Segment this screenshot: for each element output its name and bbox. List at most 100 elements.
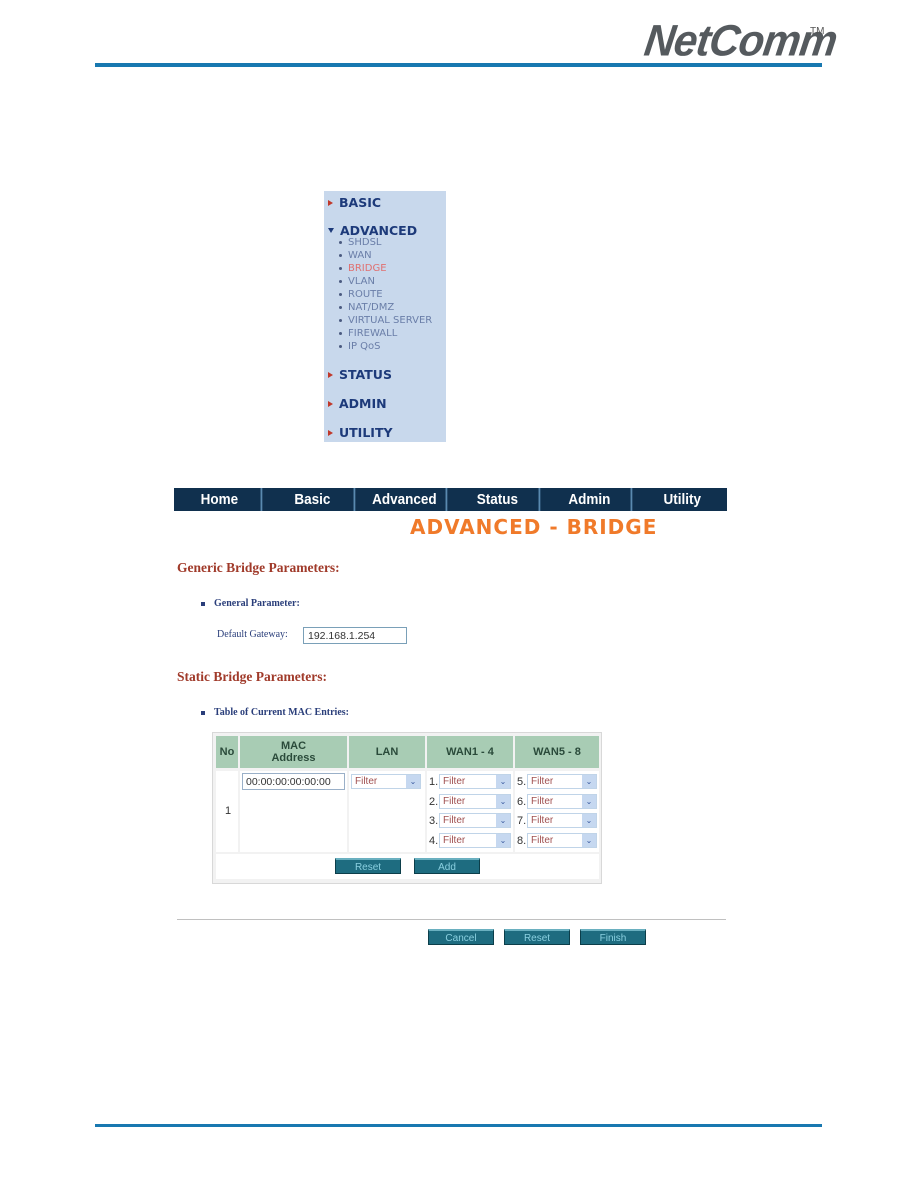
column-header-no: No — [216, 736, 238, 768]
bullet-icon — [339, 306, 342, 309]
divider — [177, 919, 726, 920]
nav-tab-home[interactable]: Home — [179, 488, 262, 511]
chevron-down-icon: ⌄ — [496, 795, 510, 808]
select-value: Filter — [531, 815, 554, 826]
wan7-select[interactable]: Filter ⌄ — [527, 813, 597, 828]
arrow-down-icon — [328, 228, 334, 233]
column-header-wan1-4: WAN1 - 4 — [427, 736, 513, 768]
column-header-wan5-8: WAN5 - 8 — [515, 736, 599, 768]
menu-item-label: VLAN — [348, 276, 375, 287]
subheading-text: General Parameter: — [214, 598, 300, 609]
wan4-select[interactable]: Filter ⌄ — [439, 833, 511, 848]
wan1-select[interactable]: Filter ⌄ — [439, 774, 511, 789]
bullet-icon — [201, 710, 205, 715]
cell-no: 1 — [216, 771, 238, 852]
subheading-text: Table of Current MAC Entries: — [214, 707, 349, 718]
chevron-down-icon: ⌄ — [496, 814, 510, 827]
bullet-icon — [339, 267, 342, 270]
page-title: ADVANCED - BRIDGE — [410, 515, 658, 539]
bullet-icon — [201, 601, 205, 606]
select-value: Filter — [443, 835, 466, 846]
arrow-right-icon — [328, 199, 333, 206]
menu-item-vlan[interactable]: VLAN — [339, 275, 375, 288]
arrow-right-icon — [328, 429, 333, 436]
nav-tab-admin[interactable]: Admin — [549, 488, 632, 511]
cell-wan1-4: 1. Filter ⌄ 2. Filter ⌄ 3. Filter ⌄ 4. Filt… — [427, 771, 513, 852]
select-value: Filter — [443, 815, 466, 826]
menu-item-firewall[interactable]: FIREWALL — [339, 327, 397, 340]
side-menu: BASIC ADVANCED SHDSL WAN BRIDGE VLAN ROU… — [324, 191, 446, 442]
trademark: TM — [810, 26, 825, 37]
chevron-down-icon: ⌄ — [582, 814, 596, 827]
menu-item-nat-dmz[interactable]: NAT/DMZ — [339, 301, 394, 314]
menu-item-label: NAT/DMZ — [348, 302, 395, 313]
chevron-down-icon: ⌄ — [496, 775, 510, 788]
wan2-select[interactable]: Filter ⌄ — [439, 794, 511, 809]
bullet-icon — [339, 332, 342, 335]
chevron-down-icon: ⌄ — [582, 775, 596, 788]
menu-item-wan[interactable]: WAN — [339, 249, 372, 262]
menu-admin[interactable]: ADMIN — [328, 396, 387, 411]
menu-status[interactable]: STATUS — [328, 367, 392, 382]
port-number: 6. — [517, 796, 527, 808]
port-number: 1. — [429, 776, 439, 788]
wan8-select[interactable]: Filter ⌄ — [527, 833, 597, 848]
nav-tab-utility[interactable]: Utility — [641, 488, 722, 511]
menu-item-route[interactable]: ROUTE — [339, 288, 383, 301]
menu-basic[interactable]: BASIC — [328, 195, 381, 210]
menu-label: UTILITY — [339, 425, 393, 440]
menu-item-label: VIRTUAL SERVER — [348, 315, 433, 326]
menu-utility[interactable]: UTILITY — [328, 425, 393, 440]
select-value: Filter — [531, 796, 554, 807]
bullet-icon — [339, 280, 342, 283]
default-gateway-label: Default Gateway: — [217, 629, 288, 640]
header-divider — [95, 63, 822, 67]
table-reset-button[interactable]: Reset — [335, 858, 401, 874]
default-gateway-input[interactable] — [303, 627, 407, 644]
cell-mac — [240, 771, 347, 852]
nav-tab-status[interactable]: Status — [456, 488, 540, 511]
menu-item-virtual-server[interactable]: VIRTUAL SERVER — [339, 314, 432, 327]
bullet-icon — [339, 254, 342, 257]
menu-item-shdsl[interactable]: SHDSL — [339, 236, 382, 249]
chevron-down-icon: ⌄ — [582, 834, 596, 847]
bullet-icon — [339, 293, 342, 296]
top-nav-bar: Home Basic Advanced Status Admin Utility — [174, 488, 727, 511]
reset-button[interactable]: Reset — [504, 929, 570, 945]
cancel-button[interactable]: Cancel — [428, 929, 494, 945]
arrow-right-icon — [328, 400, 333, 407]
port-number: 2. — [429, 796, 439, 808]
menu-label: STATUS — [339, 367, 392, 382]
chevron-down-icon: ⌄ — [582, 795, 596, 808]
port-number: 5. — [517, 776, 527, 788]
port-number: 4. — [429, 835, 439, 847]
menu-label: BASIC — [339, 195, 382, 210]
add-button[interactable]: Add — [414, 858, 480, 874]
arrow-right-icon — [328, 371, 333, 378]
mac-address-input[interactable] — [242, 773, 345, 790]
menu-item-ip-qos[interactable]: IP QoS — [339, 340, 381, 353]
static-bridge-heading: Static Bridge Parameters: — [177, 669, 327, 684]
menu-item-label: ROUTE — [348, 289, 383, 300]
wan3-select[interactable]: Filter ⌄ — [439, 813, 511, 828]
select-value: Filter — [355, 776, 378, 787]
bullet-icon — [339, 345, 342, 348]
menu-item-bridge[interactable]: BRIDGE — [339, 262, 387, 275]
port-number: 3. — [429, 815, 439, 827]
footer-divider — [95, 1124, 822, 1127]
menu-item-label: WAN — [348, 250, 372, 261]
nav-tab-basic[interactable]: Basic — [271, 488, 355, 511]
menu-item-label: FIREWALL — [348, 328, 398, 339]
mac-table-label: Table of Current MAC Entries: — [201, 707, 349, 718]
wan5-select[interactable]: Filter ⌄ — [527, 774, 597, 789]
menu-item-label: SHDSL — [348, 237, 382, 248]
lan-select[interactable]: Filter ⌄ — [351, 774, 421, 789]
nav-tab-advanced[interactable]: Advanced — [364, 488, 447, 511]
select-value: Filter — [531, 835, 554, 846]
bullet-icon — [339, 241, 342, 244]
wan6-select[interactable]: Filter ⌄ — [527, 794, 597, 809]
mac-entries-table: No MAC Address LAN WAN1 - 4 WAN5 - 8 1 F… — [212, 732, 602, 884]
bullet-icon — [339, 319, 342, 322]
table-button-row — [216, 854, 599, 879]
finish-button[interactable]: Finish — [580, 929, 646, 945]
